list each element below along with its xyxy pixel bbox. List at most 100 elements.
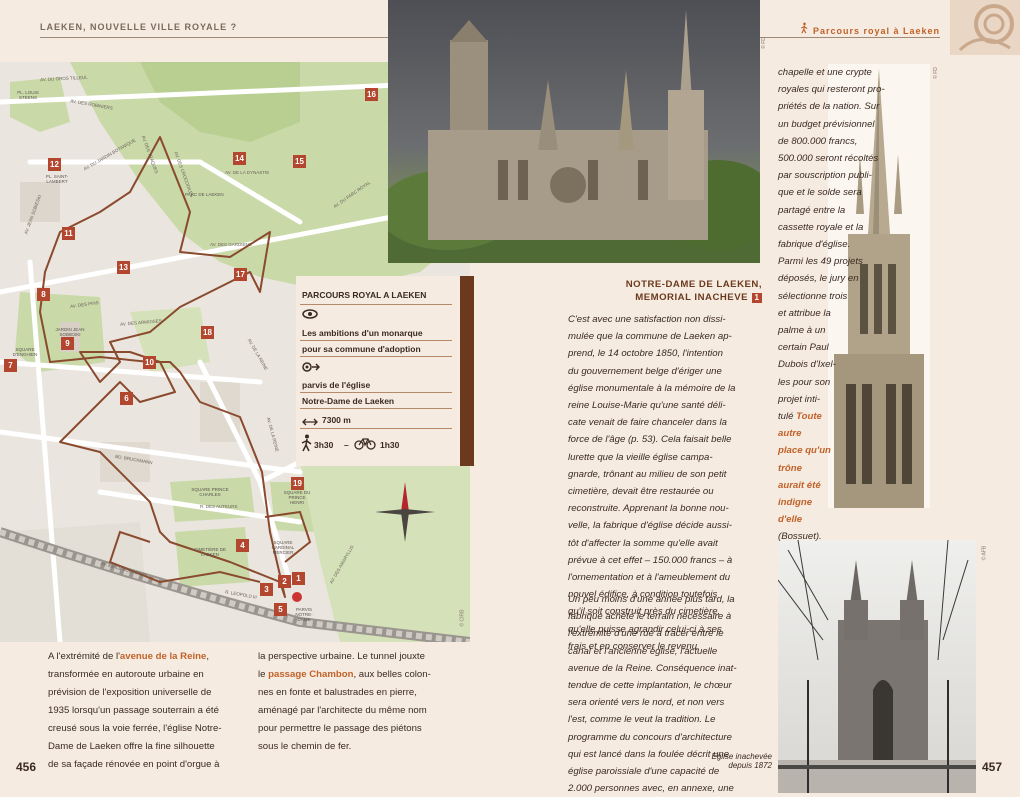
article-line: prévue à cet effet – 150.000 francs – à <box>568 554 733 566</box>
article-line: cimetière, devait être restaurée ou <box>568 486 714 498</box>
text-span: , aux belles colon- <box>353 669 431 680</box>
map-marker-8[interactable]: 8 <box>37 288 50 301</box>
side-line: tulé Toute <box>778 408 914 425</box>
place-label: CIMETIÈRE DE LAEKEN <box>193 547 226 557</box>
walker-icon <box>300 434 314 457</box>
place-label: PL. LOUIS STEENS <box>17 90 39 100</box>
side-line: palme à un <box>778 325 826 337</box>
map-marker-1[interactable]: 1 <box>292 572 305 585</box>
article-line: C'est avec une satisfaction non dissi- <box>568 314 726 325</box>
article-line: 2.000 personnes avec, en annexe, une <box>568 783 734 795</box>
article-line: église monumentale à la mémoire de la <box>568 382 736 394</box>
side-line: certain Paul <box>778 342 829 354</box>
route-theme-line2: pour sa commune d'adoption <box>302 344 421 354</box>
place-label: PL. SAINT-LAMBERT <box>45 174 69 184</box>
side-line: Parmi les 49 projets <box>778 256 863 268</box>
article-marker-1[interactable]: 1 <box>752 293 762 303</box>
bike-icon <box>354 436 376 455</box>
bike-time: 1h30 <box>380 440 400 450</box>
running-head-text: Parcours royal à Laeken <box>812 26 940 36</box>
article-line: velle, la fabrique d'église décide aussi… <box>568 520 732 532</box>
side-line: projet inti- <box>778 393 821 405</box>
rule <box>300 408 452 409</box>
running-head: LAEKEN, NOUVELLE VILLE ROYALE ? <box>40 22 238 32</box>
map-marker-14[interactable]: 14 <box>233 152 246 165</box>
rule <box>300 428 452 429</box>
route-panel-accent <box>460 276 474 466</box>
distance-arrow-icon <box>302 414 318 432</box>
article-line: avenue de la Reine. Conséquence inat- <box>568 662 737 674</box>
photo-caption: Eglise inachevée depuis 1872 <box>660 752 772 770</box>
map-marker-7[interactable]: 7 <box>4 359 17 372</box>
church-photo <box>388 0 760 263</box>
article-title-line1: NOTRE-DAME DE LAEKEN, <box>625 279 762 290</box>
street-label: R. DES AUTEURS <box>200 504 238 509</box>
avenue-reine-highlight: avenue de la Reine <box>119 651 207 662</box>
header-rule <box>760 37 940 38</box>
text-line: sous le chemin de fer. <box>258 741 352 752</box>
rule <box>300 340 452 341</box>
place-label: SQUARE D'ENGHIEN <box>12 347 38 357</box>
side-line: de 800.000 francs, <box>778 135 858 147</box>
map-marker-5[interactable]: 5 <box>274 603 287 616</box>
route-info-panel: PARCOURS ROYAL A LAEKEN Les ambitions d'… <box>296 276 474 466</box>
map-marker-16[interactable]: 16 <box>365 88 378 101</box>
page-number-left: 456 <box>16 760 37 774</box>
route-start-line1: parvis de l'église <box>302 380 371 390</box>
map-marker-3[interactable]: 3 <box>260 583 273 596</box>
article-line: l'extrémité d'une rue à tracer entre le <box>568 628 724 640</box>
map-marker-2[interactable]: 2 <box>278 575 291 588</box>
rule <box>300 392 452 393</box>
photo-credit: © AFB <box>981 545 988 561</box>
text-line: pour permettre le passage des piétons <box>258 723 422 734</box>
side-line: un budget prévisionnel <box>778 118 875 130</box>
quote-highlight: aurait été <box>778 479 821 491</box>
time-separator: – <box>344 440 349 450</box>
right-page: Parcours royal à Laeken © FD © FD © AFB … <box>388 0 1020 794</box>
text-line: la perspective urbaine. Le tunnel jouxte <box>258 651 425 662</box>
text-line: Dame de Laeken offre la fine silhouette <box>48 741 215 752</box>
article-line: l'ornementation et à l'ameublement du <box>568 572 731 584</box>
eye-icon <box>302 307 318 325</box>
text-span: A l'extrémité de l' <box>48 651 120 662</box>
article-line: reine Louise-Marie qu'une santé déli- <box>568 400 726 412</box>
map-marker-4[interactable]: 4 <box>236 539 249 552</box>
article-line: sera orienté vers le nord, et non vers <box>568 697 725 709</box>
map-marker-11[interactable]: 11 <box>62 227 75 240</box>
map-marker-9[interactable]: 9 <box>61 337 74 350</box>
text-line: nes en fonte et balustrades en pierre, <box>258 687 417 698</box>
map-marker-15[interactable]: 15 <box>293 155 306 168</box>
article-line: canal et l'ancienne église, l'actuelle <box>568 645 718 657</box>
route-theme-line1: Les ambitions d'un monarque <box>302 328 423 338</box>
text-line: de sa façade rénovée en point d'orgue à <box>48 759 220 770</box>
map-marker-6[interactable]: 6 <box>120 392 133 405</box>
article-line: force de l'âge (p. 53). Cela faisait bel… <box>568 434 732 446</box>
quote-highlight: Toute <box>796 411 822 423</box>
article-line: cate venait de faire chanceler dans la <box>568 417 727 429</box>
corner-logo <box>950 0 1020 55</box>
running-head: Parcours royal à Laeken <box>800 22 940 36</box>
walk-time: 3h30 <box>314 440 334 450</box>
text-line: creusé sous la voie ferrée, l'église Not… <box>48 723 222 734</box>
text-span: tulé <box>778 411 794 423</box>
map-marker-19[interactable]: 19 <box>291 477 304 490</box>
side-line: par souscription publi- <box>778 170 872 182</box>
side-line: les pour son <box>778 376 831 388</box>
map-marker-18[interactable]: 18 <box>201 326 214 339</box>
place-label: SQUARE DU PRINCE HENRI <box>283 490 311 505</box>
map-credit: © CIRB <box>459 609 466 627</box>
body-column-1: A l'extrémité de l'avenue de la Reine, t… <box>48 648 248 774</box>
place-label: SQUARE CARDINAL MERCIER <box>271 540 295 555</box>
side-line: priétés de la nation. Sur <box>778 101 880 113</box>
map-marker-12[interactable]: 12 <box>48 158 61 171</box>
side-line: royales qui resteront pro- <box>778 84 885 96</box>
map-marker-13[interactable]: 13 <box>117 261 130 274</box>
article-title: NOTRE-DAME DE LAEKEN, MEMORIAL INACHEVE 1 <box>554 278 762 304</box>
photo-credit: © FD <box>760 37 767 49</box>
article-line: lurette que la vieille église campa- <box>568 451 713 463</box>
quote-highlight: trône <box>778 462 802 474</box>
map-marker-10[interactable]: 10 <box>143 356 156 369</box>
article-line: prend, le 14 octobre 1850, l'intention <box>568 348 723 360</box>
text-line: aménagé par l'architecte du même nom <box>258 705 427 716</box>
map-marker-17[interactable]: 17 <box>234 268 247 281</box>
